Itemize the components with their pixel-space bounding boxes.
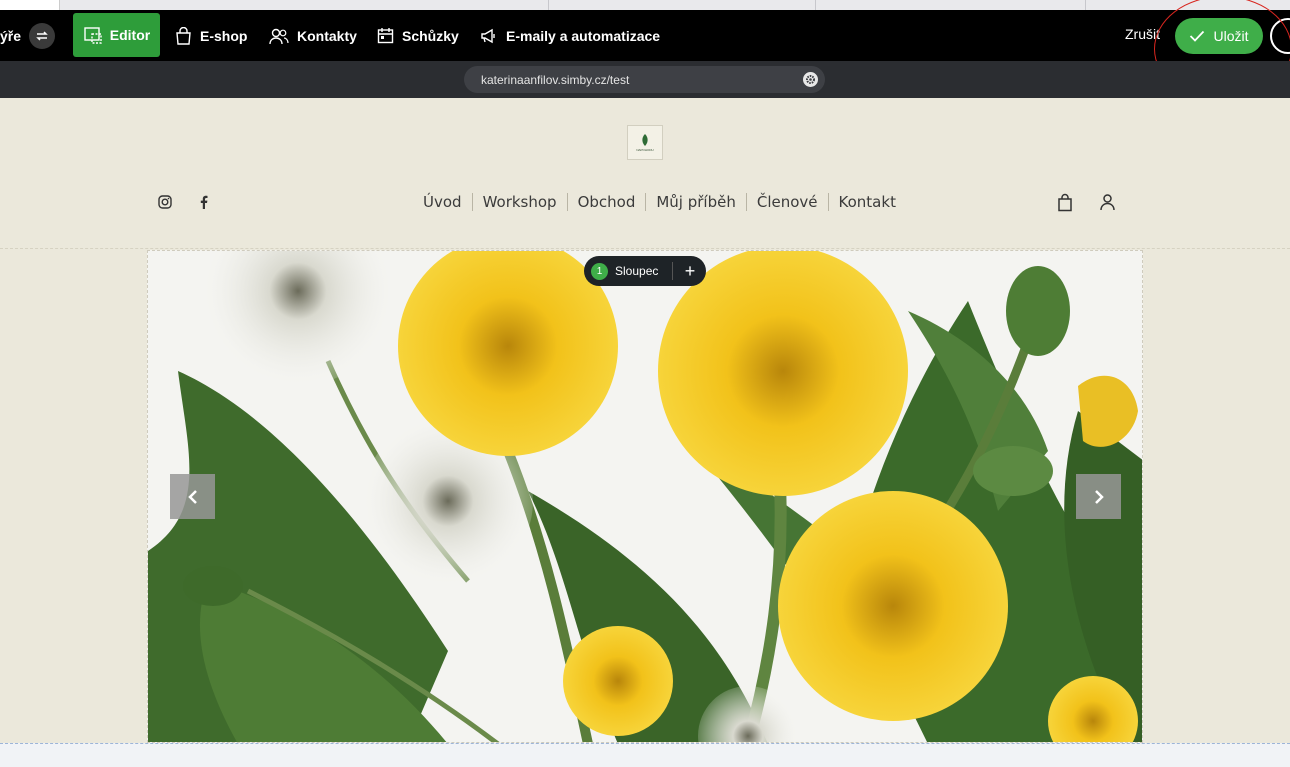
- column-count-badge: 1: [591, 262, 608, 280]
- user-icon[interactable]: [1099, 193, 1116, 216]
- add-column-button[interactable]: +: [677, 256, 703, 286]
- tab-divider: [548, 0, 549, 10]
- column-label: Sloupec: [615, 264, 659, 278]
- chevron-left-icon: [187, 489, 197, 504]
- slider-next-button[interactable]: [1076, 474, 1121, 519]
- slider-prev-button[interactable]: [170, 474, 215, 519]
- emails-automation-button[interactable]: E-maily a automatizace: [480, 10, 660, 61]
- nav-item-muj-pribeh[interactable]: Můj příběh: [646, 193, 746, 211]
- chevron-right-icon: [1094, 489, 1104, 504]
- browser-tab-strip: [0, 0, 1290, 10]
- meetings-button[interactable]: Schůzky: [377, 10, 459, 61]
- nav-item-clenove[interactable]: Členové: [747, 193, 828, 211]
- gear-icon[interactable]: [803, 72, 818, 87]
- contacts-label: Kontakty: [297, 27, 357, 44]
- editor-icon: [84, 27, 102, 44]
- tab-divider: [1085, 0, 1086, 10]
- nav-item-obchod[interactable]: Obchod: [568, 193, 646, 211]
- nav-item-kontakt[interactable]: Kontakt: [829, 193, 906, 211]
- instagram-icon[interactable]: [157, 194, 173, 210]
- editor-label: Editor: [109, 27, 151, 43]
- swap-icon: [36, 31, 48, 41]
- swap-button[interactable]: [29, 23, 55, 49]
- eshop-label: E-shop: [200, 27, 248, 44]
- meetings-label: Schůzky: [402, 27, 459, 44]
- emails-label: E-maily a automatizace: [506, 27, 661, 44]
- column-tag[interactable]: 1 Sloupec +: [584, 256, 706, 286]
- editor-button[interactable]: Editor: [73, 13, 160, 57]
- next-section-placeholder: [0, 743, 1290, 767]
- site-navigation: Úvod Workshop Obchod Můj příběh Členové …: [413, 191, 906, 213]
- megaphone-icon: [481, 28, 495, 43]
- shopping-bag-icon: [176, 26, 191, 45]
- hero-slider: [147, 250, 1143, 743]
- tab-divider: [815, 0, 816, 10]
- preview-url-bar: katerinaanfilov.simby.cz/test: [0, 61, 1290, 98]
- site-logo[interactable]: NAPOHODU: [627, 125, 663, 160]
- url-field[interactable]: katerinaanfilov.simby.cz/test: [464, 66, 825, 93]
- cart-icon[interactable]: [1057, 193, 1073, 217]
- calendar-icon: [377, 28, 394, 44]
- leaf-icon: [642, 134, 648, 146]
- editor-toolbar: ýře Editor E-shop Kontakty Schůzky E-mai…: [0, 10, 1290, 61]
- logo-text: NAPOHODU: [636, 148, 654, 152]
- contacts-button[interactable]: Kontakty: [269, 10, 357, 61]
- tag-divider: [672, 262, 673, 280]
- url-text: katerinaanfilov.simby.cz/test: [481, 73, 630, 87]
- facebook-icon[interactable]: [196, 194, 212, 210]
- contacts-icon: [269, 28, 289, 44]
- cut-off-label: ýře: [0, 27, 22, 44]
- browser-tab[interactable]: [0, 0, 60, 10]
- nav-item-uvod[interactable]: Úvod: [413, 193, 472, 211]
- nav-item-workshop[interactable]: Workshop: [473, 193, 567, 211]
- eshop-button[interactable]: E-shop: [175, 10, 247, 61]
- section-divider: [0, 248, 1290, 249]
- dandelion-image: [148, 251, 1142, 742]
